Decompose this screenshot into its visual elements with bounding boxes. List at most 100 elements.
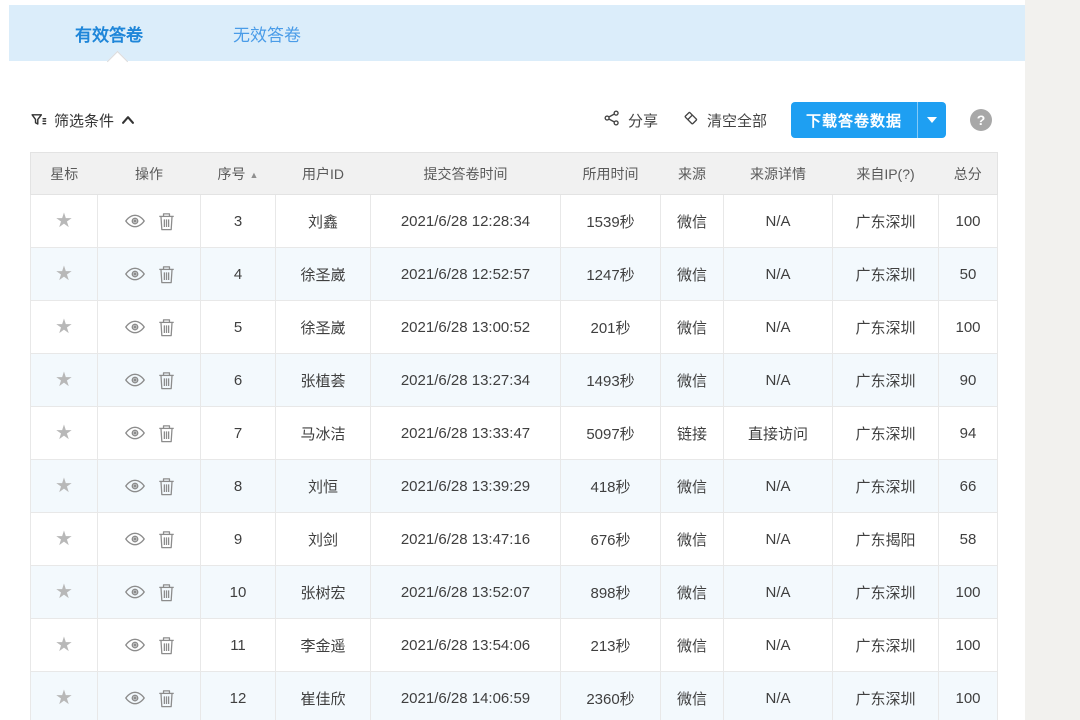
toolbar-actions: 分享 清空全部 下载答卷数据 ? (603, 102, 992, 138)
star-icon[interactable]: ★ (55, 528, 73, 550)
duration-cell: 1493秒 (560, 353, 661, 407)
view-eye-icon[interactable] (124, 530, 146, 548)
table-row: ★ 6 张植荟 2021/6/28 13:27:34 1493秒 微信 N/A 广东深圳 90 (30, 353, 998, 407)
table-row: ★ 4 徐圣崴 2021/6/28 12:52:57 1247秒 微信 N/A 广东深圳 50 (30, 247, 998, 301)
view-eye-icon[interactable] (124, 371, 146, 389)
source-detail-cell: N/A (723, 512, 833, 566)
star-cell: ★ (30, 353, 98, 407)
delete-trash-icon[interactable] (158, 530, 175, 549)
download-answers-button[interactable]: 下载答卷数据 (791, 102, 917, 138)
source-cell: 微信 (660, 194, 724, 248)
submit-time-cell: 2021/6/28 13:00:52 (370, 300, 561, 354)
clear-all-button[interactable]: 清空全部 (682, 109, 767, 131)
view-eye-icon[interactable] (124, 477, 146, 495)
sequence-cell: 3 (200, 194, 276, 248)
actions-cell (97, 565, 201, 619)
ip-location-cell: 广东深圳 (832, 194, 939, 248)
actions-cell (97, 406, 201, 460)
sequence-cell: 4 (200, 247, 276, 301)
star-icon[interactable]: ★ (55, 210, 73, 232)
sort-ascending-icon: ▲ (249, 169, 259, 180)
ip-location-cell: 广东深圳 (832, 459, 939, 513)
share-button[interactable]: 分享 (603, 109, 658, 131)
star-icon[interactable]: ★ (55, 316, 73, 338)
clear-all-label: 清空全部 (706, 112, 767, 130)
view-eye-icon[interactable] (124, 318, 146, 336)
delete-trash-icon[interactable] (158, 265, 175, 284)
user-id-cell: 刘剑 (275, 512, 371, 566)
delete-trash-icon[interactable] (158, 636, 175, 655)
view-eye-icon[interactable] (124, 424, 146, 442)
filter-conditions-toggle[interactable]: 筛选条件 (30, 110, 135, 131)
tab-valid-responses[interactable]: 有效答卷 (75, 21, 143, 46)
column-header-6: 来源 (660, 152, 724, 195)
sequence-cell: 10 (200, 565, 276, 619)
tab-invalid-responses[interactable]: 无效答卷 (233, 21, 301, 46)
star-icon[interactable]: ★ (55, 369, 73, 391)
delete-trash-icon[interactable] (158, 689, 175, 708)
source-cell: 微信 (660, 459, 724, 513)
user-id-cell: 张树宏 (275, 565, 371, 619)
actions-cell (97, 512, 201, 566)
submit-time-cell: 2021/6/28 13:27:34 (370, 353, 561, 407)
delete-trash-icon[interactable] (158, 371, 175, 390)
sequence-cell: 12 (200, 671, 276, 720)
view-eye-icon[interactable] (124, 636, 146, 654)
table-row: ★ 12 崔佳欣 2021/6/28 14:06:59 2360秒 微信 N/A 广东深圳 10… (30, 671, 998, 720)
delete-trash-icon[interactable] (158, 583, 175, 602)
actions-cell (97, 353, 201, 407)
sequence-cell: 5 (200, 300, 276, 354)
delete-trash-icon[interactable] (158, 212, 175, 231)
table-row: ★ 10 张树宏 2021/6/28 13:52:07 898秒 微信 N/A 广东深圳 100 (30, 565, 998, 619)
share-label: 分享 (627, 112, 658, 130)
duration-cell: 2360秒 (560, 671, 661, 720)
download-dropdown-toggle[interactable] (917, 102, 946, 138)
source-detail-cell: N/A (723, 247, 833, 301)
star-icon[interactable]: ★ (55, 634, 73, 656)
source-detail-cell: N/A (723, 300, 833, 354)
column-header-2[interactable]: 序号 ▲ (200, 152, 276, 195)
column-header-5: 所用时间 (560, 152, 661, 195)
source-cell: 微信 (660, 565, 724, 619)
ip-location-cell: 广东深圳 (832, 618, 939, 672)
star-cell: ★ (30, 300, 98, 354)
view-eye-icon[interactable] (124, 265, 146, 283)
duration-cell: 1247秒 (560, 247, 661, 301)
source-cell: 微信 (660, 618, 724, 672)
actions-cell (97, 194, 201, 248)
view-eye-icon[interactable] (124, 212, 146, 230)
star-icon[interactable]: ★ (55, 475, 73, 497)
source-detail-cell: 直接访问 (723, 406, 833, 460)
view-eye-icon[interactable] (124, 583, 146, 601)
source-cell: 链接 (660, 406, 724, 460)
delete-trash-icon[interactable] (158, 424, 175, 443)
duration-cell: 213秒 (560, 618, 661, 672)
duration-cell: 898秒 (560, 565, 661, 619)
star-icon[interactable]: ★ (55, 422, 73, 444)
delete-trash-icon[interactable] (158, 318, 175, 337)
source-detail-cell: N/A (723, 353, 833, 407)
help-button[interactable]: ? (970, 109, 992, 131)
user-id-cell: 徐圣崴 (275, 300, 371, 354)
submit-time-cell: 2021/6/28 13:33:47 (370, 406, 561, 460)
duration-cell: 418秒 (560, 459, 661, 513)
score-cell: 66 (938, 459, 998, 513)
column-header-9: 总分 (938, 152, 998, 195)
user-id-cell: 李金遥 (275, 618, 371, 672)
right-margin-strip (1025, 0, 1080, 720)
table-row: ★ 7 马冰洁 2021/6/28 13:33:47 5097秒 链接 直接访问 广东深圳 94 (30, 406, 998, 460)
delete-trash-icon[interactable] (158, 477, 175, 496)
ip-location-cell: 广东深圳 (832, 565, 939, 619)
star-icon[interactable]: ★ (55, 581, 73, 603)
view-eye-icon[interactable] (124, 689, 146, 707)
score-cell: 58 (938, 512, 998, 566)
submit-time-cell: 2021/6/28 13:52:07 (370, 565, 561, 619)
column-header-4: 提交答卷时间 (370, 152, 561, 195)
star-icon[interactable]: ★ (55, 263, 73, 285)
actions-cell (97, 459, 201, 513)
source-detail-cell: N/A (723, 565, 833, 619)
column-header-8: 来自IP(?) (832, 152, 939, 195)
eraser-icon (682, 109, 700, 131)
response-tabs-bar: 有效答卷 无效答卷 (9, 5, 1025, 61)
star-icon[interactable]: ★ (55, 687, 73, 709)
